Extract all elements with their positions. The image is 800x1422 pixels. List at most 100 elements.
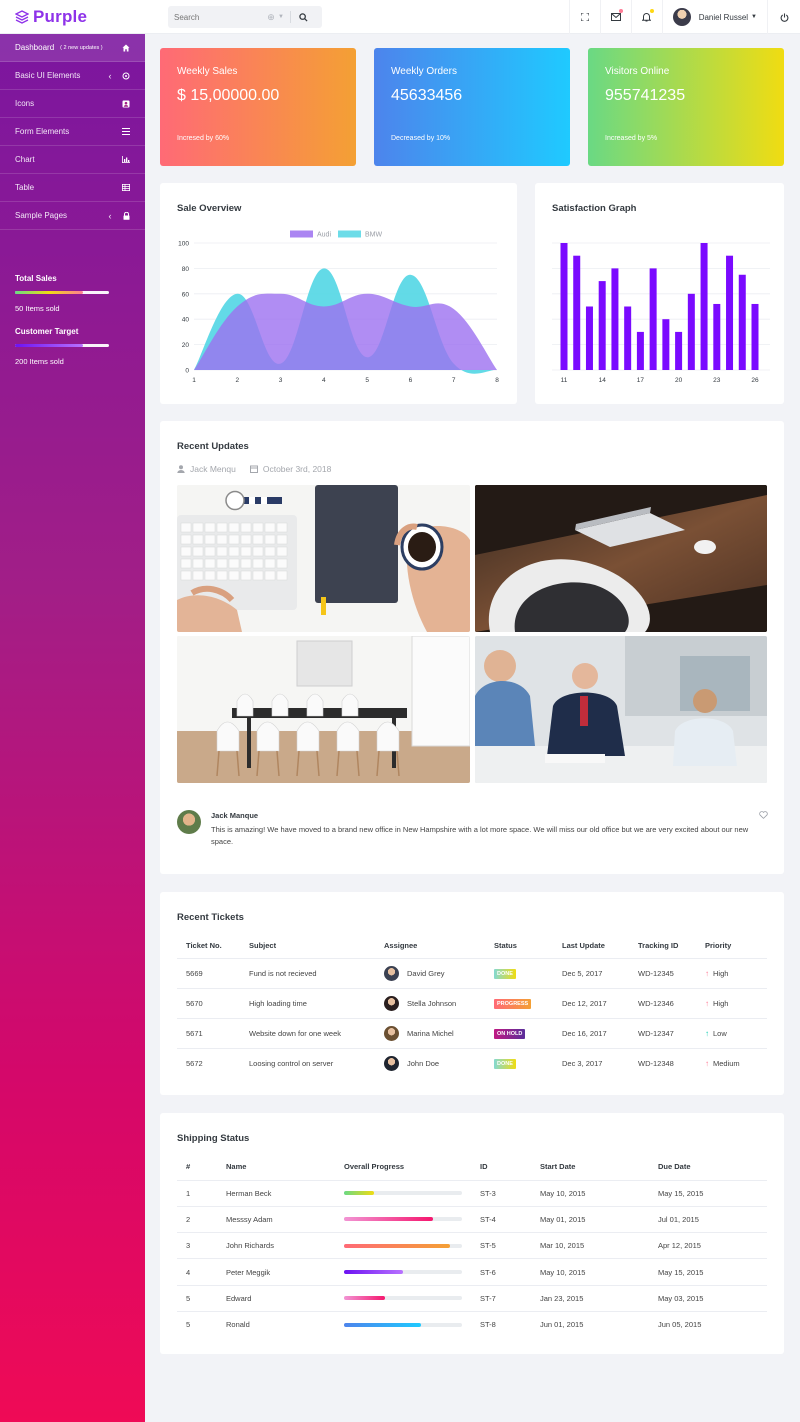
customer-target-title: Customer Target (15, 327, 79, 336)
ticket-no: 5669 (177, 958, 240, 989)
stat-subtitle: Increased by 5% (605, 135, 658, 142)
column-header[interactable]: ID (471, 1153, 531, 1181)
priority-label: High (713, 968, 729, 978)
shipping-id: ST-4 (471, 1206, 531, 1234)
bar (598, 281, 606, 370)
row-number: 1 (177, 1180, 217, 1207)
photo-laptop-desk[interactable] (475, 485, 767, 632)
start-date: Jan 23, 2015 (531, 1285, 649, 1312)
photo-desk-keyboard[interactable] (177, 485, 470, 632)
y-tick-label: 100 (178, 241, 189, 248)
sidebar-item-table[interactable]: Table (0, 174, 145, 202)
bar (611, 268, 619, 370)
chevron-left-icon: ‹ (108, 210, 112, 221)
y-tick-label: 80 (182, 266, 190, 273)
column-header[interactable]: Ticket No. (177, 934, 240, 959)
search-input[interactable] (168, 7, 264, 27)
customer-target-subtitle: 200 Items sold (15, 357, 64, 366)
table-row[interactable]: 4 Peter Meggik ST-6 May 10, 2015 May 15, 201… (177, 1258, 767, 1286)
bar (726, 255, 734, 370)
shipping-id: ST-5 (471, 1232, 531, 1260)
legend-swatch (338, 230, 361, 238)
stat-subtitle: Incresed by 60% (177, 135, 230, 142)
status-badge: ON HOLD (494, 1028, 526, 1039)
sidebar-item-icons[interactable]: Icons (0, 90, 145, 118)
fullscreen-button[interactable] (568, 0, 600, 34)
column-header[interactable]: # (177, 1153, 217, 1181)
table-row[interactable]: 5 Ronald ST-8 Jun 01, 2015 Jun 05, 2015 (177, 1311, 767, 1337)
chevron-down-icon[interactable]: ▼ (278, 14, 286, 20)
column-header[interactable]: Status (485, 934, 553, 959)
column-header[interactable]: Start Date (531, 1153, 649, 1181)
ticket-subject: Website down for one week (240, 1018, 375, 1049)
column-header[interactable]: Assignee (375, 934, 485, 959)
due-date: Apr 12, 2015 (649, 1232, 767, 1260)
sidebar-item-basic-ui-elements[interactable]: Basic UI Elements ‹ (0, 62, 145, 90)
recent-tickets-card: Recent Tickets Ticket No. Subject Assignee… (160, 892, 784, 1095)
row-number: 3 (177, 1232, 217, 1260)
post-author[interactable]: Jack Menqu (190, 464, 236, 474)
sidebar-item-form-elements[interactable]: Form Elements (0, 118, 145, 146)
brand-name: Purple (33, 7, 88, 26)
sidebar-item-sample-pages[interactable]: Sample Pages ‹ (0, 202, 145, 230)
column-header[interactable]: Overall Progress (335, 1153, 471, 1181)
notifications-button[interactable] (630, 0, 662, 34)
assignee-name: John Doe (407, 1058, 440, 1068)
column-header[interactable]: Priority (696, 934, 767, 959)
arrow-up-icon: ↑ (705, 1028, 709, 1038)
shipping-status-card: Shipping Status # Name Overall Progress ID S… (160, 1113, 784, 1354)
column-header[interactable]: Last Update (553, 934, 629, 959)
sidebar-item-dashboard[interactable]: Dashboard ( 2 new updates ) (0, 34, 145, 62)
column-header[interactable]: Name (217, 1153, 335, 1181)
sidebar-item-chart[interactable]: Chart (0, 146, 145, 174)
table-row[interactable]: 5671 Website down for one week Marina Mich… (177, 1018, 767, 1049)
table-row[interactable]: 5669 Fund is not recieved David Grey DONE De… (177, 958, 767, 989)
messages-button[interactable] (599, 0, 631, 34)
progress-fill (344, 1296, 386, 1301)
stat-title: Weekly Orders (391, 66, 457, 77)
bar (675, 331, 683, 370)
brand-logo[interactable]: Purple (0, 0, 145, 34)
assignee-name: Marina Michel (407, 1028, 454, 1038)
overall-progress-bar (344, 1217, 462, 1222)
priority-label: High (713, 998, 729, 1008)
profile-dropdown[interactable]: Daniel Russel ▼ (661, 0, 767, 34)
avatar (384, 965, 399, 981)
column-header[interactable]: Subject (240, 934, 375, 959)
last-update: Dec 5, 2017 (553, 958, 629, 989)
chart-bar-icon (121, 155, 131, 165)
post-meta: Jack Menqu October 3rd, 2018 (177, 464, 331, 474)
notification-dot (649, 9, 654, 13)
x-tick-label: 20 (675, 377, 683, 384)
tracking-id: WD-12348 (638, 1058, 674, 1068)
like-button[interactable] (759, 811, 768, 821)
priority: ↑ High (705, 969, 758, 978)
bar (585, 306, 593, 370)
assignee-name: Stella Johnson (407, 998, 457, 1008)
post-date: October 3rd, 2018 (262, 464, 332, 474)
ticket-no: 5672 (186, 1058, 203, 1068)
photo-meeting-room[interactable] (177, 636, 470, 783)
logout-button[interactable] (767, 0, 800, 34)
globe-icon[interactable]: ⊕ (264, 12, 278, 23)
column-header[interactable]: Tracking ID (629, 934, 696, 959)
photo-desk-keyboard-image (177, 485, 470, 632)
table-row[interactable]: 1 Herman Beck ST-3 May 10, 2015 May 15, 2015 (177, 1180, 767, 1207)
search-button[interactable] (295, 7, 311, 27)
column-header[interactable]: Due Date (649, 1153, 767, 1181)
status-badge: DONE (494, 968, 516, 979)
table-row[interactable]: 5 Edward ST-7 Jan 23, 2015 May 03, 2015 (177, 1285, 767, 1312)
x-tick-label: 4 (322, 377, 326, 384)
table-row[interactable]: 5670 High loading time Stella Johnson PROGR… (177, 988, 767, 1019)
table-row[interactable]: 5672 Loosing control on server John Doe DON… (177, 1048, 767, 1078)
table-row[interactable]: 2 Messsy Adam ST-4 May 01, 2015 Jul 01, 2015 (177, 1206, 767, 1234)
table-row[interactable]: 3 John Richards ST-5 Mar 10, 2015 Apr 12, 20… (177, 1232, 767, 1260)
sidebar-item-label: Sample Pages (15, 211, 68, 220)
stat-value: 955741235 (605, 87, 686, 104)
priority-label: Low (713, 1028, 727, 1038)
photo-team-meeting[interactable] (475, 636, 767, 783)
arrow-up-icon: ↑ (705, 1058, 709, 1068)
sidebar-item-label: Chart (15, 155, 35, 164)
row-number: 5 (186, 1320, 191, 1330)
bar (560, 243, 568, 370)
